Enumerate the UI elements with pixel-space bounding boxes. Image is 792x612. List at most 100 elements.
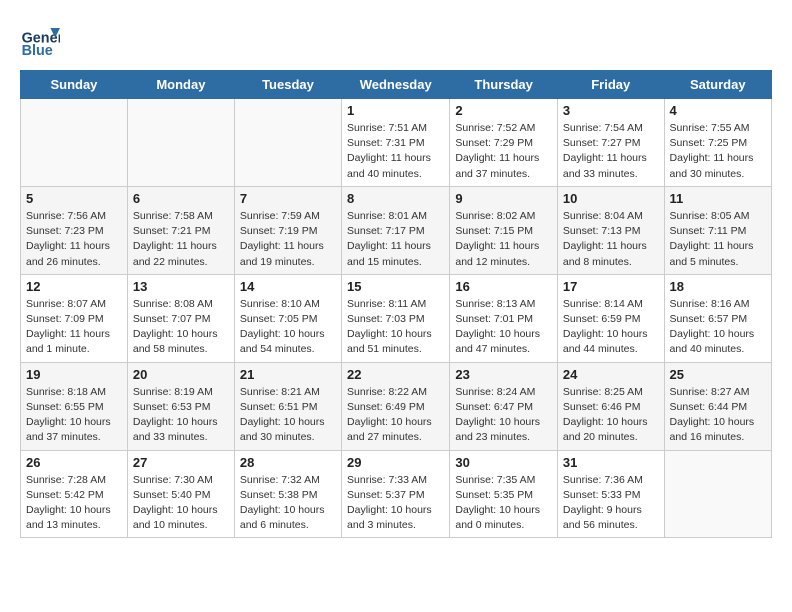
calendar-cell: 3 Sunrise: 7:54 AM Sunset: 7:27 PM Daylig… [557,99,664,187]
day-number: 6 [133,191,229,206]
calendar-cell: 19Sunrise: 8:18 AM Sunset: 6:55 PM Dayli… [21,362,128,450]
calendar-cell: 18Sunrise: 8:16 AM Sunset: 6:57 PM Dayli… [664,274,771,362]
day-info: Sunrise: 8:18 AM Sunset: 6:55 PM Dayligh… [26,385,122,446]
calendar-cell: 29 Sunrise: 7:33 AM Sunset: 5:37 PM Dayli… [342,450,450,538]
day-info: Sunrise: 8:05 AM Sunset: 7:11 PM Dayligh… [670,209,766,270]
calendar-cell: 24 Sunrise: 8:25 AM Sunset: 6:46 PM Dayli… [557,362,664,450]
day-info: Sunrise: 7:54 AM Sunset: 7:27 PM Dayligh… [563,121,659,182]
calendar-cell: 10 Sunrise: 8:04 AM Sunset: 7:13 PM Dayli… [557,186,664,274]
calendar-cell: 25 Sunrise: 8:27 AM Sunset: 6:44 PM Dayli… [664,362,771,450]
calendar-week-row: 26 Sunrise: 7:28 AM Sunset: 5:42 PM Dayli… [21,450,772,538]
day-info: Sunrise: 7:32 AM Sunset: 5:38 PM Dayligh… [240,473,336,534]
calendar-header: SundayMondayTuesdayWednesdayThursdayFrid… [21,71,772,99]
day-info: Sunrise: 8:10 AM Sunset: 7:05 PM Dayligh… [240,297,336,358]
day-info: Sunrise: 7:33 AM Sunset: 5:37 PM Dayligh… [347,473,444,534]
calendar-week-row: 1 Sunrise: 7:51 AM Sunset: 7:31 PM Daylig… [21,99,772,187]
calendar-cell: 5 Sunrise: 7:56 AM Sunset: 7:23 PM Daylig… [21,186,128,274]
calendar-week-row: 19Sunrise: 8:18 AM Sunset: 6:55 PM Dayli… [21,362,772,450]
day-info: Sunrise: 7:55 AM Sunset: 7:25 PM Dayligh… [670,121,766,182]
calendar-cell: 28 Sunrise: 7:32 AM Sunset: 5:38 PM Dayli… [234,450,341,538]
day-info: Sunrise: 8:01 AM Sunset: 7:17 PM Dayligh… [347,209,444,270]
day-number: 5 [26,191,122,206]
day-info: Sunrise: 7:56 AM Sunset: 7:23 PM Dayligh… [26,209,122,270]
logo-icon: General Blue [20,20,60,60]
logo: General Blue [20,20,64,60]
weekday-header: Sunday [21,71,128,99]
calendar-cell [234,99,341,187]
day-info: Sunrise: 8:02 AM Sunset: 7:15 PM Dayligh… [455,209,552,270]
page-header: General Blue [20,20,772,60]
day-number: 8 [347,191,444,206]
weekday-header: Thursday [450,71,558,99]
calendar-cell: 4 Sunrise: 7:55 AM Sunset: 7:25 PM Daylig… [664,99,771,187]
weekday-header: Saturday [664,71,771,99]
day-info: Sunrise: 7:52 AM Sunset: 7:29 PM Dayligh… [455,121,552,182]
day-number: 24 [563,367,659,382]
day-info: Sunrise: 8:04 AM Sunset: 7:13 PM Dayligh… [563,209,659,270]
weekday-header: Wednesday [342,71,450,99]
day-number: 17 [563,279,659,294]
calendar-cell: 15 Sunrise: 8:11 AM Sunset: 7:03 PM Dayli… [342,274,450,362]
day-number: 22 [347,367,444,382]
calendar-cell: 9 Sunrise: 8:02 AM Sunset: 7:15 PM Daylig… [450,186,558,274]
calendar-table: SundayMondayTuesdayWednesdayThursdayFrid… [20,70,772,538]
calendar-cell: 23 Sunrise: 8:24 AM Sunset: 6:47 PM Dayli… [450,362,558,450]
day-number: 31 [563,455,659,470]
day-number: 28 [240,455,336,470]
day-info: Sunrise: 7:30 AM Sunset: 5:40 PM Dayligh… [133,473,229,534]
day-info: Sunrise: 7:51 AM Sunset: 7:31 PM Dayligh… [347,121,444,182]
calendar-week-row: 12 Sunrise: 8:07 AM Sunset: 7:09 PM Dayli… [21,274,772,362]
day-number: 13 [133,279,229,294]
day-number: 4 [670,103,766,118]
calendar-week-row: 5 Sunrise: 7:56 AM Sunset: 7:23 PM Daylig… [21,186,772,274]
day-number: 3 [563,103,659,118]
day-number: 9 [455,191,552,206]
calendar-cell: 7Sunrise: 7:59 AM Sunset: 7:19 PM Daylig… [234,186,341,274]
day-number: 25 [670,367,766,382]
day-info: Sunrise: 7:36 AM Sunset: 5:33 PM Dayligh… [563,473,659,534]
calendar-cell: 1 Sunrise: 7:51 AM Sunset: 7:31 PM Daylig… [342,99,450,187]
day-number: 14 [240,279,336,294]
day-info: Sunrise: 8:08 AM Sunset: 7:07 PM Dayligh… [133,297,229,358]
day-number: 27 [133,455,229,470]
day-number: 21 [240,367,336,382]
day-number: 29 [347,455,444,470]
calendar-cell: 17 Sunrise: 8:14 AM Sunset: 6:59 PM Dayli… [557,274,664,362]
calendar-cell [21,99,128,187]
day-info: Sunrise: 8:22 AM Sunset: 6:49 PM Dayligh… [347,385,444,446]
day-number: 10 [563,191,659,206]
calendar-cell: 21 Sunrise: 8:21 AM Sunset: 6:51 PM Dayli… [234,362,341,450]
day-info: Sunrise: 8:27 AM Sunset: 6:44 PM Dayligh… [670,385,766,446]
calendar-cell: 30Sunrise: 7:35 AM Sunset: 5:35 PM Dayli… [450,450,558,538]
day-info: Sunrise: 7:35 AM Sunset: 5:35 PM Dayligh… [455,473,552,534]
day-info: Sunrise: 8:07 AM Sunset: 7:09 PM Dayligh… [26,297,122,358]
weekday-header: Friday [557,71,664,99]
day-number: 23 [455,367,552,382]
day-info: Sunrise: 8:11 AM Sunset: 7:03 PM Dayligh… [347,297,444,358]
day-number: 12 [26,279,122,294]
day-number: 7 [240,191,336,206]
day-number: 26 [26,455,122,470]
calendar-cell: 31 Sunrise: 7:36 AM Sunset: 5:33 PM Dayli… [557,450,664,538]
calendar-cell: 8 Sunrise: 8:01 AM Sunset: 7:17 PM Daylig… [342,186,450,274]
day-info: Sunrise: 8:16 AM Sunset: 6:57 PM Dayligh… [670,297,766,358]
day-number: 1 [347,103,444,118]
calendar-cell: 26 Sunrise: 7:28 AM Sunset: 5:42 PM Dayli… [21,450,128,538]
weekday-header: Monday [127,71,234,99]
day-info: Sunrise: 8:21 AM Sunset: 6:51 PM Dayligh… [240,385,336,446]
day-number: 2 [455,103,552,118]
calendar-cell [127,99,234,187]
day-info: Sunrise: 8:14 AM Sunset: 6:59 PM Dayligh… [563,297,659,358]
day-number: 15 [347,279,444,294]
day-info: Sunrise: 8:25 AM Sunset: 6:46 PM Dayligh… [563,385,659,446]
svg-text:Blue: Blue [22,43,53,59]
calendar-cell: 6Sunrise: 7:58 AM Sunset: 7:21 PM Daylig… [127,186,234,274]
calendar-cell [664,450,771,538]
day-number: 16 [455,279,552,294]
day-info: Sunrise: 8:24 AM Sunset: 6:47 PM Dayligh… [455,385,552,446]
calendar-cell: 27 Sunrise: 7:30 AM Sunset: 5:40 PM Dayli… [127,450,234,538]
weekday-header: Tuesday [234,71,341,99]
calendar-cell: 11Sunrise: 8:05 AM Sunset: 7:11 PM Dayli… [664,186,771,274]
day-info: Sunrise: 7:28 AM Sunset: 5:42 PM Dayligh… [26,473,122,534]
calendar-cell: 13 Sunrise: 8:08 AM Sunset: 7:07 PM Dayli… [127,274,234,362]
